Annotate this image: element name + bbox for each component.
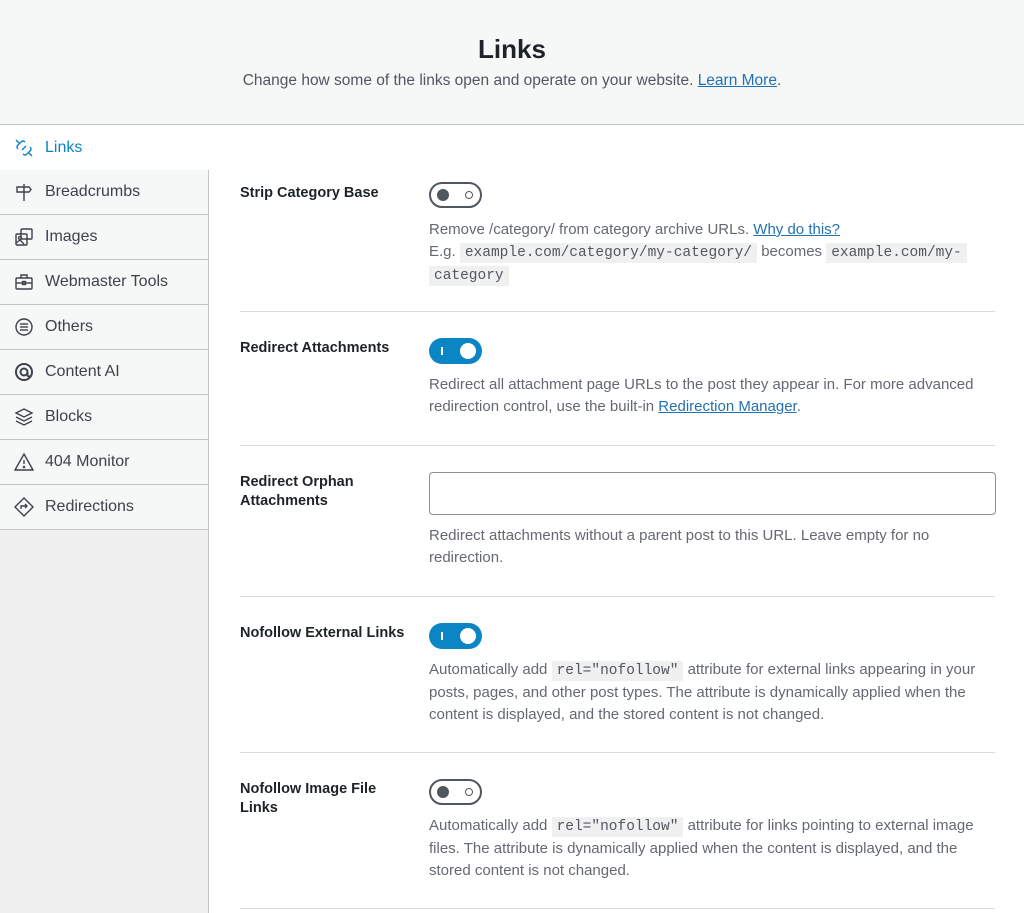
- redirect-attachments-toggle[interactable]: [429, 338, 482, 364]
- toolbox-icon: [13, 271, 35, 293]
- nofollow-image-file-links-toggle[interactable]: [429, 779, 482, 805]
- list-circle-icon: [13, 316, 35, 338]
- page-title: Links: [478, 34, 546, 64]
- setting-row-redirect-orphan-attachments: Redirect Orphan Attachments Redirect att…: [240, 446, 996, 597]
- setting-label: Nofollow Image File Links: [240, 781, 377, 816]
- warning-icon: [13, 451, 35, 473]
- why-do-this-link[interactable]: Why do this?: [753, 221, 840, 238]
- setting-label: Strip Category Base: [240, 185, 379, 201]
- sidebar-item-webmaster-tools[interactable]: Webmaster Tools: [0, 260, 208, 305]
- settings-panel: Strip Category Base Remove /category/ fr…: [209, 125, 1024, 913]
- page-subtitle: Change how some of the links open and op…: [242, 72, 782, 89]
- sidebar-item-label: Images: [45, 228, 98, 245]
- sidebar-item-label: Breadcrumbs: [45, 183, 141, 200]
- learn-more-link[interactable]: Learn More: [698, 72, 777, 89]
- signpost-icon: [13, 181, 35, 203]
- sidebar-item-images[interactable]: Images: [0, 215, 208, 260]
- page-header: Links Change how some of the links open …: [0, 0, 1024, 125]
- nofollow-external-links-toggle[interactable]: [429, 623, 482, 649]
- sidebar-item-others[interactable]: Others: [0, 305, 208, 350]
- sidebar-item-breadcrumbs[interactable]: Breadcrumbs: [0, 170, 208, 215]
- setting-row-nofollow-image-file-links: Nofollow Image File Links Automatically …: [240, 753, 995, 909]
- setting-label: Redirect Attachments: [240, 340, 390, 356]
- settings-sidebar: Links Breadcrumbs Images Webmaster Tools…: [0, 125, 209, 913]
- sidebar-item-blocks[interactable]: Blocks: [0, 395, 208, 440]
- links-icon: [13, 137, 35, 159]
- images-icon: [13, 226, 35, 248]
- sidebar-item-label: 404 Monitor: [45, 453, 130, 470]
- code-snippet: rel="nofollow": [551, 817, 684, 837]
- setting-row-redirect-attachments: Redirect Attachments Redirect all attach…: [240, 312, 995, 446]
- blocks-icon: [13, 406, 35, 428]
- sidebar-item-label: Links: [45, 138, 83, 156]
- sidebar-item-label: Others: [45, 318, 94, 335]
- setting-description: Remove /category/ from category archive …: [429, 219, 999, 287]
- code-snippet: category: [429, 266, 509, 286]
- setting-label: Redirect Orphan Attachments: [240, 474, 354, 509]
- code-snippet: example.com/my-: [826, 243, 967, 263]
- code-snippet: rel="nofollow": [551, 661, 684, 681]
- sidebar-item-label: Webmaster Tools: [45, 273, 169, 290]
- sidebar-item-label: Content AI: [45, 363, 120, 380]
- code-snippet: example.com/category/my-category/: [459, 243, 758, 263]
- redirect-orphan-url-input[interactable]: [429, 472, 996, 515]
- sidebar-item-links[interactable]: Links: [0, 125, 209, 170]
- sidebar-item-content-ai[interactable]: Content AI: [0, 350, 208, 395]
- setting-description: Redirect all attachment page URLs to the…: [429, 376, 974, 415]
- setting-description: Redirect attachments without a parent po…: [429, 527, 930, 566]
- setting-description: Automatically add rel="nofollow" attribu…: [429, 661, 976, 723]
- setting-description: Automatically add rel="nofollow" attribu…: [429, 817, 974, 879]
- setting-row-nofollow-external-links: Nofollow External Links Automatically ad…: [240, 597, 995, 753]
- redirect-icon: [13, 496, 35, 518]
- setting-label: Nofollow External Links: [240, 625, 405, 641]
- strip-category-base-toggle[interactable]: [429, 182, 482, 208]
- sidebar-item-404-monitor[interactable]: 404 Monitor: [0, 440, 208, 485]
- setting-row-strip-category-base: Strip Category Base Remove /category/ fr…: [240, 125, 995, 312]
- sidebar-item-label: Blocks: [45, 408, 93, 425]
- redirection-manager-link[interactable]: Redirection Manager: [658, 398, 796, 415]
- content-ai-icon: [13, 361, 35, 383]
- sidebar-item-label: Redirections: [45, 498, 134, 515]
- sidebar-item-redirections[interactable]: Redirections: [0, 485, 208, 530]
